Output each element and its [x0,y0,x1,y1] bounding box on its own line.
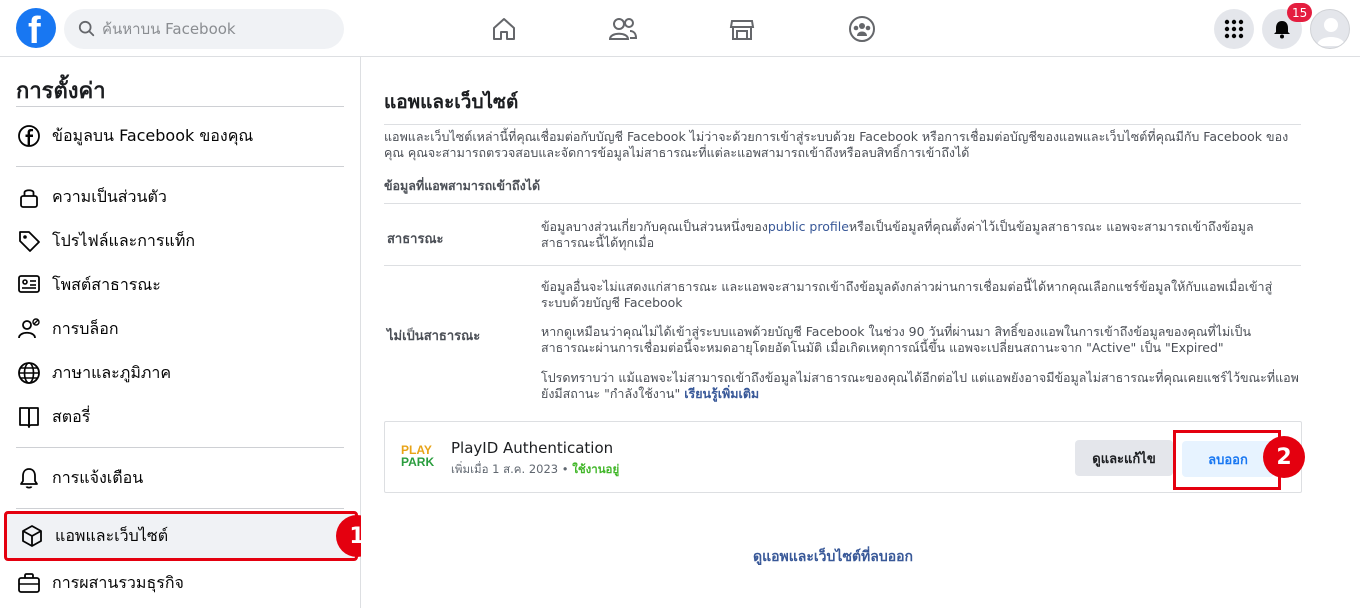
app-card-playid: PLAY PARK PlayID Authentication เพิ่มเมื… [384,421,1305,493]
sidebar-item-label: โปรไฟล์และการแท็ก [52,230,196,250]
sidebar-item-business-integrations[interactable]: การผสานรวมธุรกิจ [4,561,358,605]
page-description: แอพและเว็บไซต์เหล่านี้ที่คุณเชื่อมต่อกับ… [384,129,1289,160]
divider [384,203,1301,204]
globe-icon [16,360,42,386]
learn-more-link[interactable]: เรียนรู้เพิ่มเติม [684,386,759,401]
logo-letter: f [28,10,41,48]
book-icon [16,404,42,430]
app-added-date: เพิ่มเมื่อ 1 ส.ค. 2023 [451,462,559,476]
tag-icon [16,228,42,254]
box-icon [19,523,45,549]
divider [384,124,1301,125]
nonpublic-paragraph-1: ข้อมูลอื่นจะไม่แสดงแก่สาธารณะ และแอพจะสา… [541,279,1273,310]
sidebar-item-label: ข้อมูลบน Facebook ของคุณ [52,125,254,145]
nonpublic-row-label: ไม่เป็นสาธารณะ [387,329,481,344]
sidebar-item-profile-tagging[interactable]: โปรไฟล์และการแท็ก [4,219,358,263]
search-icon [78,20,95,37]
marketplace-icon[interactable] [725,12,759,46]
nonpublic-paragraph-2: หากดูเหมือนว่าคุณไม่ได้เข้าสู่ระบบแอพด้ว… [541,324,1251,355]
sidebar-item-privacy[interactable]: ความเป็นส่วนตัว [4,175,358,219]
sidebar-item-label: การแจ้งเตือน [52,467,144,487]
sidebar-item-your-facebook-info[interactable]: ข้อมูลบน Facebook ของคุณ [4,114,358,158]
search-input[interactable] [102,20,322,38]
view-removed-apps-link[interactable]: ดูแอพและเว็บไซต์ที่ลบออก [753,546,913,568]
nonpublic-text-part: โปรดทราบว่า แม้แอพจะไม่สามารถเข้าถึงข้อม… [541,370,1299,401]
divider [16,166,344,167]
divider [16,508,344,509]
settings-sidebar: การตั้งค่า ข้อมูลบน Facebook ของคุณ ความ… [0,57,378,608]
sidebar-item-blocking[interactable]: การบล็อก [4,307,358,351]
public-text-part: ข้อมูลบางส่วนเกี่ยวกับคุณเป็นส่วนหนึ่งขอ… [541,219,768,234]
search-box[interactable] [64,9,344,49]
divider [16,447,344,448]
sidebar-item-apps-websites[interactable]: แอพและเว็บไซต์ [4,511,358,561]
access-subheading: ข้อมูลที่แอพสามารถเข้าถึงได้ [384,178,541,193]
avatar[interactable] [1310,9,1350,49]
sidebar-item-notifications[interactable]: การแจ้งเตือน [4,456,358,500]
sidebar-item-label: ความเป็นส่วนตัว [52,186,167,206]
public-row-text: ข้อมูลบางส่วนเกี่ยวกับคุณเป็นส่วนหนึ่งขอ… [541,219,1301,251]
remove-button[interactable]: ลบออก [1182,441,1274,477]
sidebar-item-label: สตอรี่ [52,406,91,426]
sidebar-item-public-posts[interactable]: โพสต์สาธารณะ [4,263,358,307]
app-name: PlayID Authentication [451,439,614,457]
logo-line: PARK [401,455,435,469]
divider [384,265,1301,266]
home-icon[interactable] [487,12,521,46]
lock-icon [16,184,42,210]
top-bar: f 15 [0,0,1360,57]
groups-icon[interactable] [845,12,879,46]
playpark-logo: PLAY PARK [401,444,437,472]
nonpublic-paragraph-3: โปรดทราบว่า แม้แอพจะไม่สามารถเข้าถึงข้อม… [541,370,1301,402]
facebook-icon [16,123,42,149]
facebook-logo[interactable]: f [16,8,56,48]
view-edit-button[interactable]: ดูและแก้ไข [1075,440,1173,476]
sidebar-item-stories[interactable]: สตอรี่ [4,395,358,439]
annotation-marker-2: 2 [1263,436,1305,478]
sidebar-title: การตั้งค่า [16,79,106,104]
public-row-label: สาธารณะ [387,232,444,247]
sidebar-item-label: การบล็อก [52,318,119,338]
notification-badge: 15 [1287,3,1313,22]
app-meta: เพิ่มเมื่อ 1 ส.ค. 2023 • ใช้งานอยู่ [451,461,619,479]
separator: • [561,462,569,476]
status-badge: ใช้งานอยู่ [572,462,620,476]
divider [16,106,344,107]
friends-icon[interactable] [606,12,640,46]
sidebar-item-label: ภาษาและภูมิภาค [52,362,172,382]
public-profile-link[interactable]: public profile [768,219,849,234]
bell-icon [16,465,42,491]
public-posts-icon [16,272,42,298]
sidebar-item-language-region[interactable]: ภาษาและภูมิภาค [4,351,358,395]
sidebar-item-label: การผสานรวมธุรกิจ [52,572,184,592]
menu-grid-icon[interactable] [1214,9,1254,49]
sidebar-item-label: โพสต์สาธารณะ [52,274,161,294]
apps-websites-panel: แอพและเว็บไซต์ แอพและเว็บไซต์เหล่านี้ที่… [361,57,1360,608]
block-user-icon [16,316,42,342]
page-title: แอพและเว็บไซต์ [384,91,519,113]
sidebar-item-label: แอพและเว็บไซต์ [55,525,169,545]
briefcase-icon [16,570,42,596]
